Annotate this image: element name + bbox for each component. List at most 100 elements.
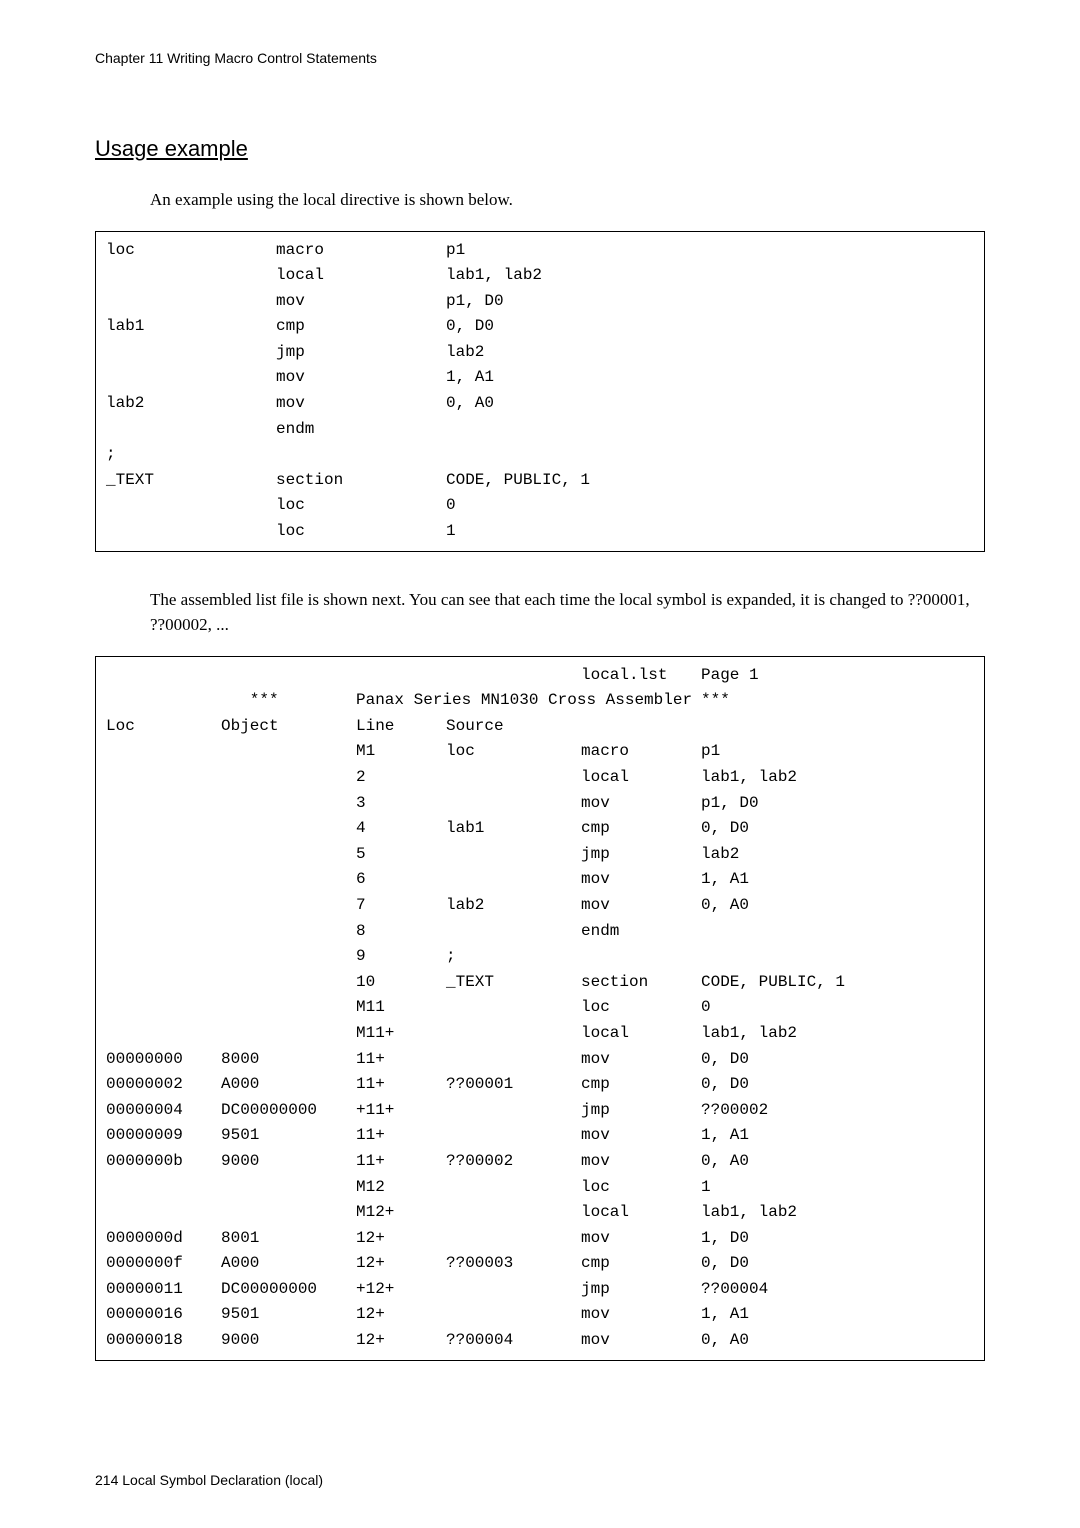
code-cell: endm [276, 417, 446, 443]
code-cell: 1 [446, 519, 974, 545]
listing-cell: 0, D0 [701, 1072, 974, 1098]
listing-cell: local.lst [581, 663, 701, 689]
listing-cell: *** [701, 688, 974, 714]
listing-cell [446, 1123, 581, 1149]
code-cell [106, 519, 276, 545]
listing-cell [446, 1021, 581, 1047]
listing-cell [701, 944, 974, 970]
listing-cell: 00000016 [106, 1302, 221, 1328]
listing-cell: 10 [356, 970, 446, 996]
listing-row: 00000000800011+mov0, D0 [106, 1047, 974, 1073]
listing-cell: ??00003 [446, 1251, 581, 1277]
listing-cell: 5 [356, 842, 446, 868]
mid-paragraph: The assembled list file is shown next. Y… [150, 587, 985, 638]
listing-cell [221, 867, 356, 893]
listing-cell: 12+ [356, 1226, 446, 1252]
code-cell [106, 263, 276, 289]
listing-cell: 8001 [221, 1226, 356, 1252]
listing-cell [221, 919, 356, 945]
listing-row: 6mov1, A1 [106, 867, 974, 893]
code-cell: mov [276, 289, 446, 315]
listing-cell: lab2 [701, 842, 974, 868]
listing-row: 4lab1cmp0, D0 [106, 816, 974, 842]
listing-cell [446, 1226, 581, 1252]
listing-cell: 11+ [356, 1047, 446, 1073]
listing-cell: mov [581, 1047, 701, 1073]
code-cell: cmp [276, 314, 446, 340]
code-row: locmacrop1 [106, 238, 974, 264]
listing-cell: local [581, 1021, 701, 1047]
listing-cell: 00000000 [106, 1047, 221, 1073]
listing-cell [106, 791, 221, 817]
listing-cell [446, 1098, 581, 1124]
listing-cell: loc [446, 739, 581, 765]
listing-cell: macro [581, 739, 701, 765]
listing-cell [106, 842, 221, 868]
code-cell: 0, D0 [446, 314, 974, 340]
code-row: locallab1, lab2 [106, 263, 974, 289]
listing-row: M12loc1 [106, 1175, 974, 1201]
listing-cell: 00000011 [106, 1277, 221, 1303]
listing-cell: 1, D0 [701, 1226, 974, 1252]
listing-cell [106, 919, 221, 945]
code-cell: ; [106, 442, 276, 468]
listing-cell: lab2 [446, 893, 581, 919]
listing-cell [446, 1200, 581, 1226]
code-row: ; [106, 442, 974, 468]
listing-row: 0000000fA00012+??00003cmp0, D0 [106, 1251, 974, 1277]
listing-cell: p1 [701, 739, 974, 765]
listing-cell: 12+ [356, 1302, 446, 1328]
listing-cell: _TEXT [446, 970, 581, 996]
listing-cell: jmp [581, 842, 701, 868]
listing-cell: 00000002 [106, 1072, 221, 1098]
code-cell [446, 442, 974, 468]
listing-cell [701, 714, 974, 740]
listing-cell: 0 [701, 995, 974, 1021]
listing-cell: 12+ [356, 1251, 446, 1277]
listing-row: 00000018900012+??00004mov0, A0 [106, 1328, 974, 1354]
code-cell: lab1, lab2 [446, 263, 974, 289]
listing-cell [221, 842, 356, 868]
code-cell [276, 442, 446, 468]
code-cell: mov [276, 365, 446, 391]
listing-cell [221, 663, 356, 689]
listing-cell: 0, A0 [701, 893, 974, 919]
listing-cell: 2 [356, 765, 446, 791]
listing-cell [221, 1200, 356, 1226]
listing-cell: 9 [356, 944, 446, 970]
code-cell: lab2 [106, 391, 276, 417]
listing-cell: cmp [581, 816, 701, 842]
listing-cell [106, 995, 221, 1021]
listing-cell: M12 [356, 1175, 446, 1201]
listing-cell: 7 [356, 893, 446, 919]
listing-row: 9; [106, 944, 974, 970]
listing-cell: mov [581, 893, 701, 919]
listing-cell: endm [581, 919, 701, 945]
code-cell [106, 417, 276, 443]
listing-cell [221, 791, 356, 817]
code-cell: mov [276, 391, 446, 417]
page: Chapter 11 Writing Macro Control Stateme… [0, 0, 1080, 1528]
code-cell: 1, A1 [446, 365, 974, 391]
listing-cell: A000 [221, 1251, 356, 1277]
listing-cell: 0, A0 [701, 1328, 974, 1354]
listing-row: 00000011DC00000000+12+jmp??00004 [106, 1277, 974, 1303]
listing-row: M1locmacrop1 [106, 739, 974, 765]
listing-cell [221, 765, 356, 791]
listing-cell [221, 1175, 356, 1201]
listing-row: 00000004DC00000000+11+jmp??00002 [106, 1098, 974, 1124]
listing-cell: M11 [356, 995, 446, 1021]
listing-cell: 9501 [221, 1302, 356, 1328]
listing-cell: 9000 [221, 1149, 356, 1175]
listing-cell: 9000 [221, 1328, 356, 1354]
code-row: mov1, A1 [106, 365, 974, 391]
listing-cell [581, 714, 701, 740]
listing-cell: section [581, 970, 701, 996]
assembled-listing: local.lstPage 1 ***Panax Series MN1030 C… [95, 656, 985, 1361]
listing-cell [106, 688, 221, 714]
listing-cell: 8 [356, 919, 446, 945]
code-cell: lab2 [446, 340, 974, 366]
listing-cell: 0000000f [106, 1251, 221, 1277]
listing-cell: Page 1 [701, 663, 974, 689]
listing-cell [221, 1021, 356, 1047]
